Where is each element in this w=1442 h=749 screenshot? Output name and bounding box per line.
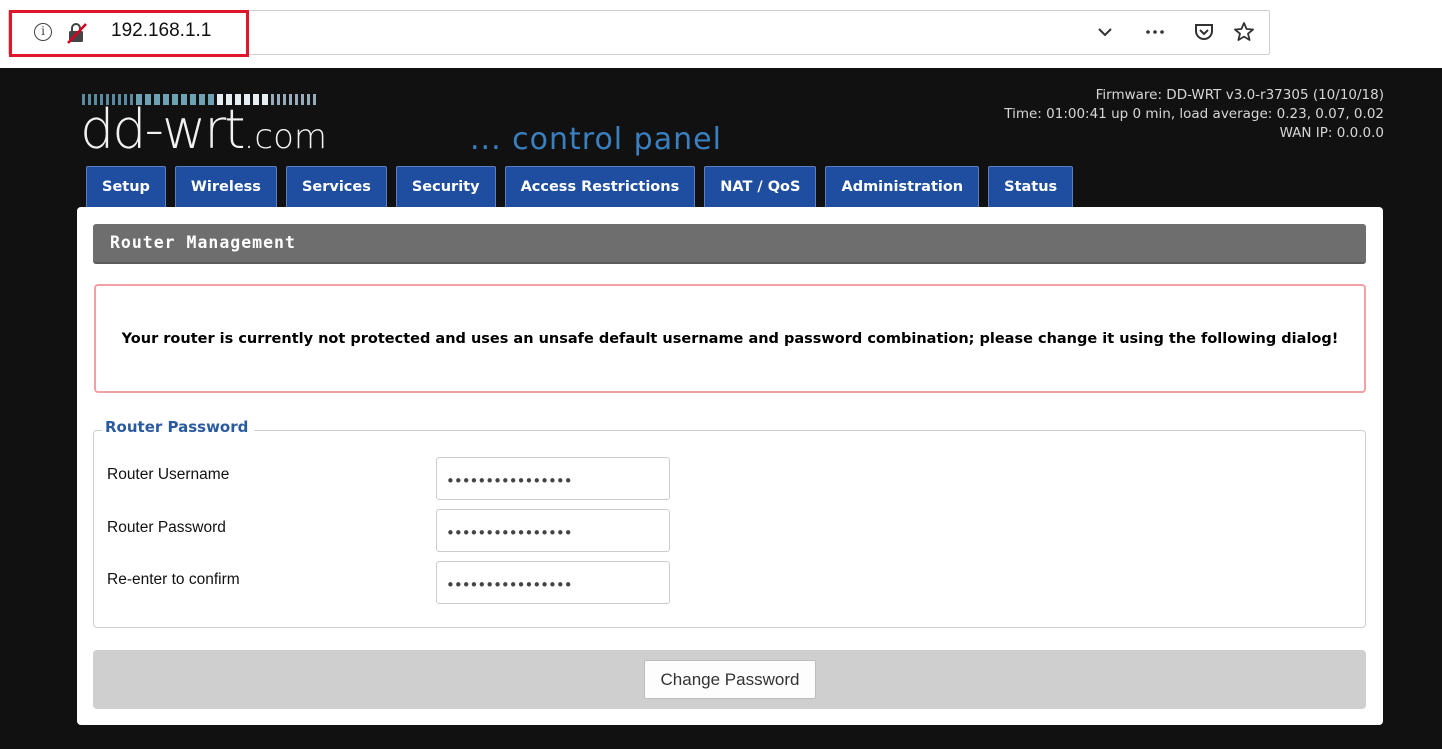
tab-setup[interactable]: Setup [86, 166, 166, 208]
uptime-info: Time: 01:00:41 up 0 min, load average: 0… [1004, 106, 1384, 122]
tab-wireless[interactable]: Wireless [174, 166, 277, 208]
control-panel-subtitle: ... control panel [470, 122, 722, 157]
tab-security[interactable]: Security [395, 166, 496, 208]
section-title: Router Management [93, 224, 1366, 264]
ddwrt-logo: dd-wrt.com [80, 98, 328, 161]
pocket-icon[interactable] [1192, 20, 1216, 44]
firmware-version: Firmware: DD-WRT v3.0-r37305 (10/10/18) [1095, 87, 1384, 103]
router-info: Firmware: DD-WRT v3.0-r37305 (10/10/18) … [1004, 86, 1384, 143]
security-warning-box: Your router is currently not protected a… [94, 284, 1366, 393]
main-tabs: Setup Wireless Services Security Access … [86, 166, 1074, 208]
security-warning-text: Your router is currently not protected a… [121, 330, 1339, 347]
password-label: Router Password [107, 519, 226, 536]
wan-ip: WAN IP: 0.0.0.0 [1279, 125, 1384, 141]
password-input[interactable]: •••••••••••••••• [436, 509, 670, 552]
info-icon[interactable]: i [34, 23, 52, 41]
tab-access-restrictions[interactable]: Access Restrictions [504, 166, 696, 208]
username-label: Router Username [107, 466, 230, 483]
main-panel: Router Management Your router is current… [77, 207, 1383, 725]
confirm-password-label: Re-enter to confirm [107, 571, 240, 588]
more-icon[interactable] [1143, 20, 1167, 44]
confirm-password-input[interactable]: •••••••••••••••• [436, 561, 670, 604]
tab-administration[interactable]: Administration [825, 166, 980, 208]
chevron-down-icon[interactable] [1093, 20, 1117, 44]
tab-nat-qos[interactable]: NAT / QoS [704, 166, 817, 208]
bookmark-star-icon[interactable] [1232, 20, 1256, 44]
tab-status[interactable]: Status [988, 166, 1074, 208]
router-password-fieldset: Router Password Router Username ••••••••… [93, 418, 1366, 628]
url-text[interactable]: 192.168.1.1 [111, 20, 211, 42]
username-input[interactable]: •••••••••••••••• [436, 457, 670, 500]
tab-services[interactable]: Services [285, 166, 387, 208]
fieldset-legend: Router Password [102, 418, 255, 436]
change-password-button[interactable]: Change Password [644, 660, 816, 699]
browser-toolbar: i 192.168.1.1 [0, 0, 1442, 68]
button-bar: Change Password [93, 650, 1366, 709]
insecure-lock-icon[interactable] [66, 22, 88, 44]
